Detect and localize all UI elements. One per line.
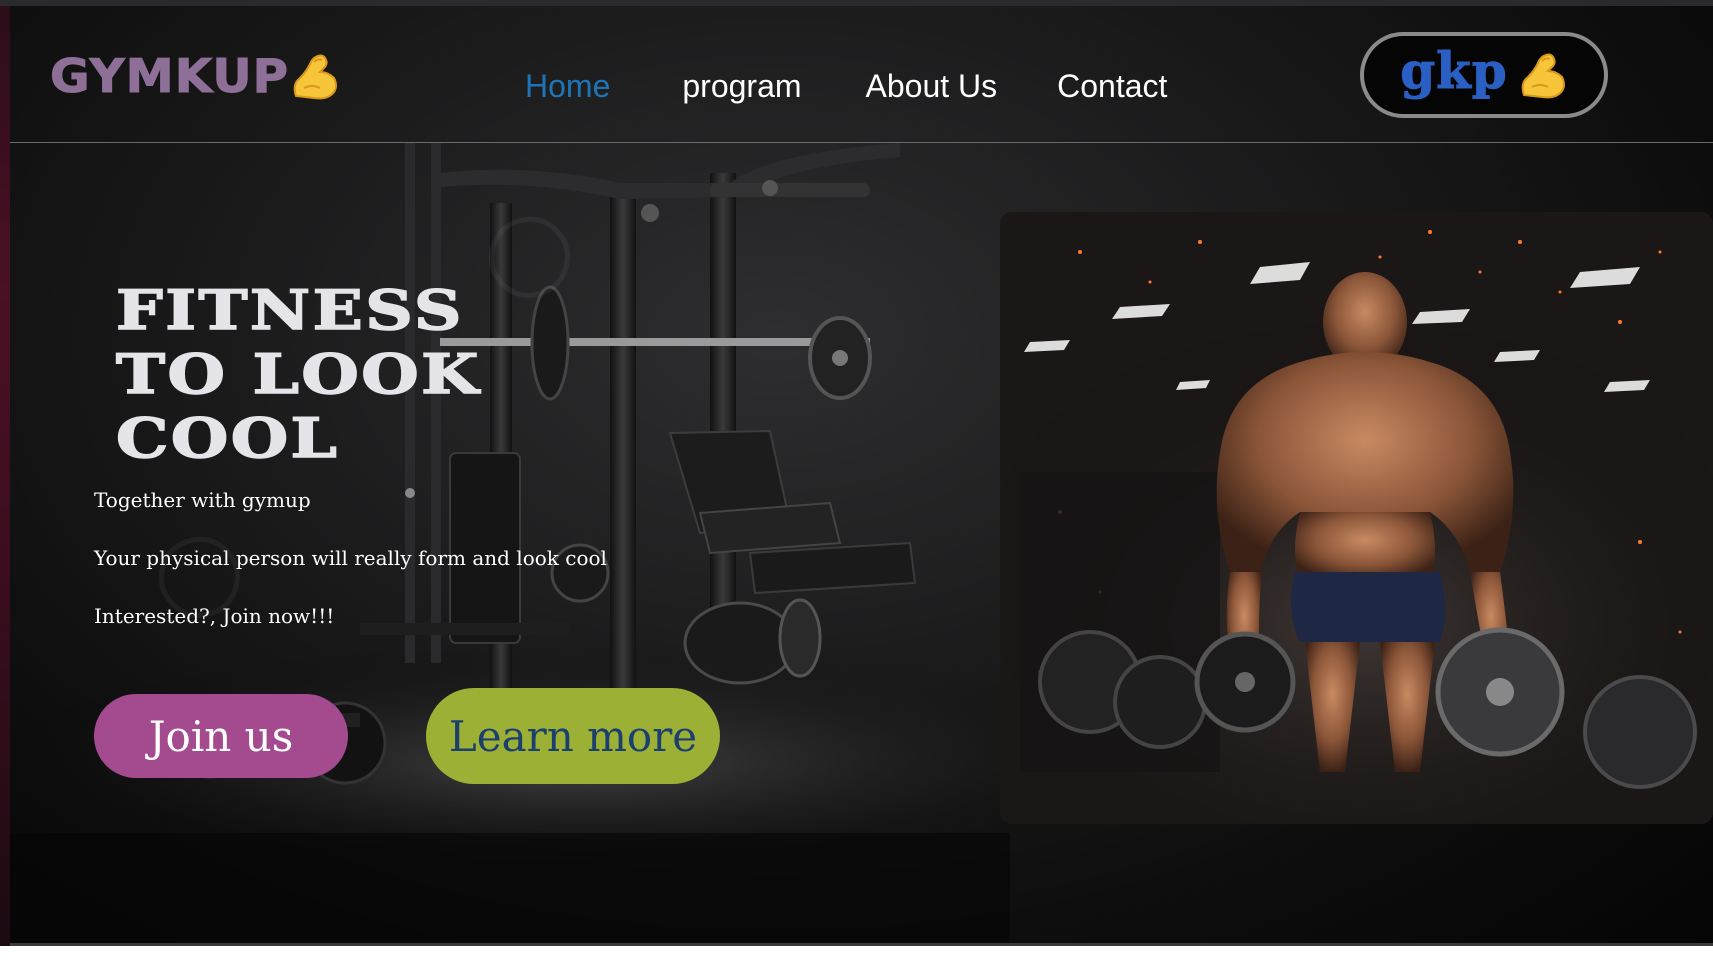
hero-description: Your physical person will really form an…	[94, 546, 607, 570]
logo[interactable]: GYMKUP	[49, 46, 340, 106]
flexed-biceps-icon	[1521, 53, 1565, 99]
nav-about-us[interactable]: About Us	[866, 68, 998, 105]
logo-text: GYMKUP	[49, 49, 290, 104]
hero-tagline: Together with gymup	[94, 488, 311, 512]
brand-badge[interactable]: gkp	[1360, 32, 1608, 118]
browser-frame: ◯ ◯ GYMKUP Home program About Us Contact…	[0, 0, 1713, 964]
nav-program[interactable]: program	[682, 68, 801, 105]
bottom-margin	[0, 946, 1713, 964]
badge-text: gkp	[1400, 40, 1508, 100]
nav-links: Home program About Us Contact	[525, 64, 1167, 108]
bodybuilder-image	[1000, 212, 1713, 824]
flexed-biceps-icon	[293, 54, 337, 100]
hero-title-line: COOL	[115, 405, 340, 471]
nav-contact[interactable]: Contact	[1057, 68, 1167, 105]
landing-page: ◯ ◯ GYMKUP Home program About Us Contact…	[10, 6, 1713, 946]
navbar: GYMKUP Home program About Us Contact gkp	[10, 6, 1713, 143]
learn-more-button[interactable]: Learn more	[426, 688, 720, 784]
hero-title: FITNESS TO LOOK COOL	[115, 277, 750, 471]
join-us-button[interactable]: Join us	[94, 694, 348, 778]
hero-title-line: TO LOOK	[115, 341, 481, 407]
hero-title-line: FITNESS	[115, 277, 464, 343]
hero-call-to-action: Interested?, Join now!!!	[94, 604, 335, 628]
nav-home[interactable]: Home	[525, 68, 610, 105]
hero-image	[1000, 212, 1713, 824]
